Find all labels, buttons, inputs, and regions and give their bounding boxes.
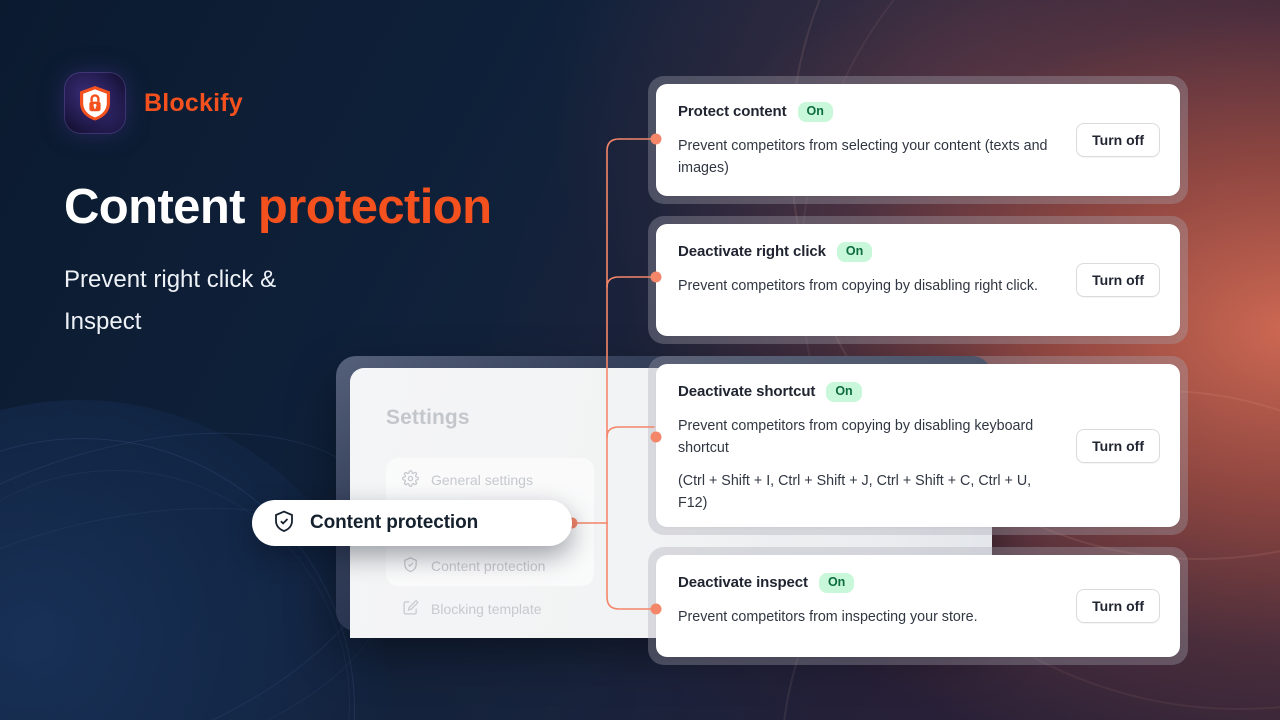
sidebar-item-blocking-template[interactable]: Blocking template <box>386 587 594 630</box>
feature-card-inner: Deactivate right click On Prevent compet… <box>656 224 1180 336</box>
page-subtitle: Prevent right click & Inspect <box>64 259 364 342</box>
sidebar-item-label: Content protection <box>431 557 546 574</box>
sidebar-item-label: General settings <box>431 471 533 488</box>
sidebar-item-general-settings[interactable]: General settings <box>386 458 594 501</box>
feature-card-deactivate-inspect: Deactivate inspect On Prevent competitor… <box>648 547 1188 665</box>
page-title-accent: protection <box>257 180 492 234</box>
promo-banner: Blockify Content protection Prevent righ… <box>0 0 1280 720</box>
page-subtitle-line-1: Prevent right click & <box>64 266 277 294</box>
gear-icon <box>402 469 419 490</box>
turn-off-button[interactable]: Turn off <box>1076 589 1160 623</box>
feature-card-deactivate-shortcut: Deactivate shortcut On Prevent competito… <box>648 356 1188 535</box>
feature-description: Prevent competitors from inspecting your… <box>678 608 978 625</box>
feature-card-inner: Protect content On Prevent competitors f… <box>656 84 1180 196</box>
feature-description: Prevent competitors from copying by disa… <box>678 277 1038 294</box>
hero-section: Blockify Content protection Prevent righ… <box>64 72 584 342</box>
feature-card-header: Deactivate inspect On <box>678 573 1060 593</box>
feature-title: Deactivate shortcut <box>678 383 816 401</box>
sidebar-item-label: Blocking template <box>431 600 542 617</box>
feature-card-inner: Deactivate inspect On Prevent competitor… <box>656 555 1180 657</box>
status-badge: On <box>836 242 873 262</box>
shield-lock-icon <box>64 72 126 134</box>
turn-off-button[interactable]: Turn off <box>1076 428 1160 463</box>
feature-card-deactivate-right-click: Deactivate right click On Prevent compet… <box>648 216 1188 344</box>
sidebar-item-content-protection[interactable]: Content protection <box>386 544 594 587</box>
feature-card-header: Deactivate shortcut On <box>678 382 1060 402</box>
feature-card-body: Deactivate inspect On Prevent competitor… <box>678 573 1060 628</box>
page-title-plain: Content <box>64 180 258 234</box>
feature-card-protect-content: Protect content On Prevent competitors f… <box>648 76 1188 204</box>
status-badge: On <box>818 573 855 593</box>
page-title: Content protection <box>64 180 584 234</box>
feature-title: Deactivate right click <box>678 243 826 261</box>
turn-off-button[interactable]: Turn off <box>1076 123 1160 157</box>
shield-check-icon <box>402 556 419 576</box>
feature-card-body: Deactivate shortcut On Prevent competito… <box>678 382 1060 514</box>
brand-lockup: Blockify <box>64 72 584 134</box>
feature-card-header: Deactivate right click On <box>678 242 1060 262</box>
turn-off-button[interactable]: Turn off <box>1076 263 1160 297</box>
feature-card-body: Protect content On Prevent competitors f… <box>678 102 1060 179</box>
shield-check-icon <box>272 509 296 538</box>
content-protection-tooltip[interactable]: Content protection <box>252 500 572 546</box>
feature-description: Prevent competitors from copying by disa… <box>678 417 1034 456</box>
status-badge: On <box>826 382 862 402</box>
brand-name: Blockify <box>144 88 243 117</box>
edit-square-icon <box>402 599 419 619</box>
status-badge: On <box>797 102 833 122</box>
feature-shortcut-list: (Ctrl + Shift + I, Ctrl + Shift + J, Ctr… <box>678 472 1032 511</box>
feature-card-header: Protect content On <box>678 102 1060 122</box>
feature-title: Deactivate inspect <box>678 574 808 592</box>
feature-card-inner: Deactivate shortcut On Prevent competito… <box>656 364 1180 527</box>
tooltip-label: Content protection <box>310 512 479 533</box>
feature-card-body: Deactivate right click On Prevent compet… <box>678 242 1060 297</box>
page-subtitle-line-2: Inspect <box>64 307 142 335</box>
settings-title: Settings <box>386 406 470 429</box>
feature-title: Protect content <box>678 103 787 121</box>
feature-description: Prevent competitors from selecting your … <box>678 137 1048 176</box>
